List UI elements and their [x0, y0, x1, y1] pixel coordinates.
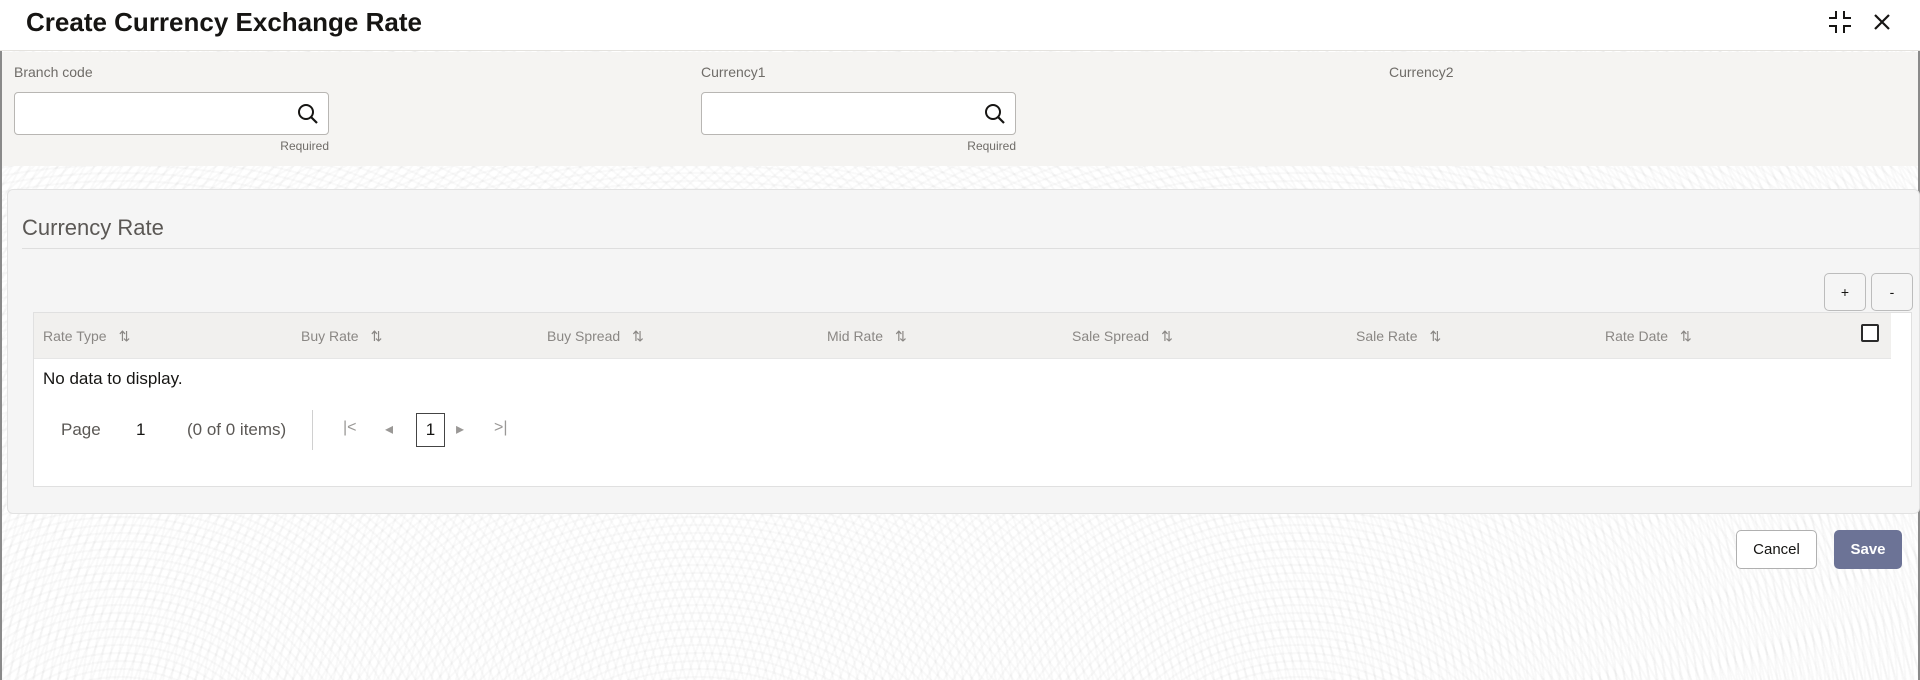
branch-code-label: Branch code: [14, 64, 93, 80]
column-header-buy-rate[interactable]: Buy Rate ⇅: [301, 313, 383, 359]
currency-rate-table: Rate Type ⇅ Buy Rate ⇅ Buy Spread ⇅ Mid Rat…: [33, 312, 1912, 487]
pagination: Page 1 (0 of 0 items) |< ◂ 1 ▸ >|: [34, 408, 634, 458]
column-header-rate-date[interactable]: Rate Date ⇅: [1605, 313, 1692, 359]
dialog-header: Create Currency Exchange Rate: [0, 0, 1920, 51]
first-page-icon[interactable]: |<: [343, 419, 357, 437]
current-page-button[interactable]: 1: [416, 413, 445, 447]
sort-icon[interactable]: ⇅: [371, 328, 383, 344]
items-summary: (0 of 0 items): [187, 420, 287, 439]
save-button[interactable]: Save: [1834, 530, 1902, 569]
page-label: Page: [61, 420, 101, 439]
column-header-sale-spread[interactable]: Sale Spread ⇅: [1072, 313, 1173, 359]
column-header-sale-rate[interactable]: Sale Rate ⇅: [1356, 313, 1441, 359]
select-all-checkbox[interactable]: [1861, 324, 1879, 342]
column-label: Mid Rate: [827, 328, 884, 344]
sort-icon[interactable]: ⇅: [1680, 328, 1692, 344]
column-label: Rate Type: [43, 328, 107, 344]
column-header-buy-spread[interactable]: Buy Spread ⇅: [547, 313, 644, 359]
currency-rate-section: Currency Rate + - Rate Type ⇅ Buy Rate ⇅ B…: [7, 189, 1920, 514]
sort-icon[interactable]: ⇅: [1429, 328, 1441, 344]
column-label: Buy Spread: [547, 328, 621, 344]
page-number-input[interactable]: 1: [136, 420, 145, 440]
filter-panel: Branch code Required Currency1 Required: [2, 52, 1918, 166]
search-icon[interactable]: [983, 102, 1007, 126]
section-divider: [22, 248, 1920, 249]
table-header: Rate Type ⇅ Buy Rate ⇅ Buy Spread ⇅ Mid Rat…: [34, 313, 1891, 359]
last-page-icon[interactable]: >|: [494, 419, 508, 437]
branch-code-input[interactable]: [15, 93, 285, 134]
cancel-button[interactable]: Cancel: [1736, 530, 1817, 569]
pagination-divider: [312, 410, 313, 450]
branch-code-required-hint: Required: [280, 139, 329, 153]
previous-page-icon[interactable]: ◂: [385, 419, 393, 439]
empty-table-message: No data to display.: [43, 369, 183, 388]
page-title: Create Currency Exchange Rate: [26, 7, 422, 37]
remove-row-button[interactable]: -: [1871, 273, 1913, 311]
column-label: Rate Date: [1605, 328, 1669, 344]
column-header-mid-rate[interactable]: Mid Rate ⇅: [827, 313, 907, 359]
currency2-label: Currency2: [1389, 64, 1454, 80]
next-page-icon[interactable]: ▸: [456, 419, 464, 439]
currency1-required-hint: Required: [967, 139, 1016, 153]
section-title: Currency Rate: [22, 215, 164, 240]
column-label: Buy Rate: [301, 328, 359, 344]
add-row-button[interactable]: +: [1824, 273, 1866, 311]
column-header-rate-type[interactable]: Rate Type ⇅: [43, 313, 131, 359]
currency1-input[interactable]: [702, 93, 972, 134]
sort-icon[interactable]: ⇅: [119, 328, 131, 344]
branch-code-input-wrapper: [14, 92, 329, 135]
column-label: Sale Rate: [1356, 328, 1418, 344]
close-icon[interactable]: [1868, 8, 1896, 36]
column-label: Sale Spread: [1072, 328, 1150, 344]
collapse-icon[interactable]: [1826, 8, 1854, 36]
sort-icon[interactable]: ⇅: [1161, 328, 1173, 344]
sort-icon[interactable]: ⇅: [632, 328, 644, 344]
currency1-label: Currency1: [701, 64, 766, 80]
currency1-input-wrapper: [701, 92, 1016, 135]
search-icon[interactable]: [296, 102, 320, 126]
sort-icon[interactable]: ⇅: [895, 328, 907, 344]
